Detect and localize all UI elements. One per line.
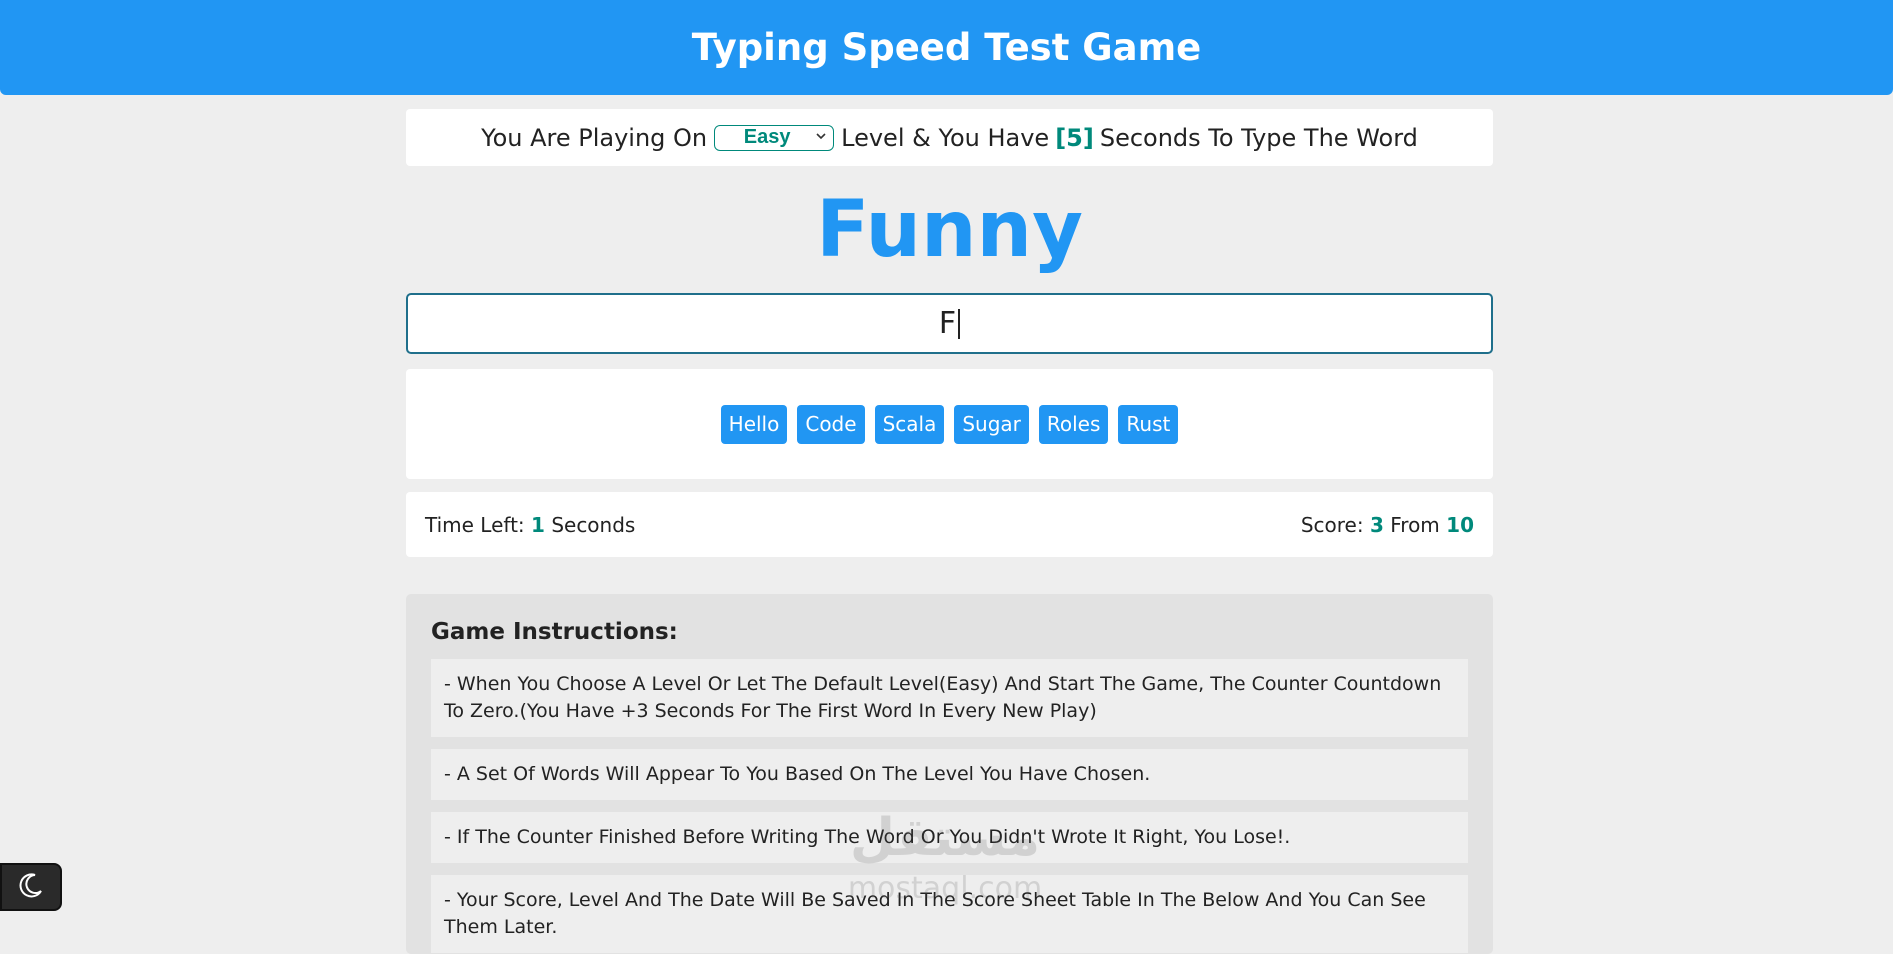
score: Score: 3 From 10 xyxy=(1301,513,1474,537)
current-word: Funny xyxy=(816,185,1083,275)
upcoming-word: Hello xyxy=(720,404,788,444)
instructions-title: Game Instructions: xyxy=(431,619,678,645)
time-left-value: 1 xyxy=(531,512,545,537)
page-title: Typing Speed Test Game xyxy=(691,26,1202,69)
seconds-value: [5] xyxy=(1055,123,1094,152)
game-instructions: Game Instructions: - When You Choose A L… xyxy=(406,594,1493,954)
app-header: Typing Speed Test Game xyxy=(0,0,1893,95)
level-middle-text: Level & You Have xyxy=(841,123,1050,152)
score-value: 3 xyxy=(1369,512,1384,537)
upcoming-words: Hello Code Scala Sugar Roles Rust xyxy=(406,369,1493,479)
time-left-unit: Seconds xyxy=(551,512,636,537)
upcoming-word: Rust xyxy=(1118,404,1179,444)
theme-toggle-button[interactable] xyxy=(0,863,62,911)
time-left-label: Time Left: xyxy=(425,512,525,537)
instruction-item: - Your Score, Level And The Date Will Be… xyxy=(431,875,1468,953)
game-stats: Time Left: 1 Seconds Score: 3 From 10 xyxy=(406,492,1493,557)
chevron-down-icon xyxy=(815,130,827,145)
moon-icon xyxy=(17,871,45,903)
level-prefix-text: You Are Playing On xyxy=(481,123,708,152)
instruction-item: - When You Choose A Level Or Let The Def… xyxy=(431,659,1468,737)
word-input-value: F xyxy=(938,306,957,341)
upcoming-word: Scala xyxy=(874,404,945,444)
instruction-item: - A Set Of Words Will Appear To You Base… xyxy=(431,749,1468,800)
upcoming-word: Roles xyxy=(1038,404,1109,444)
instruction-item: - If The Counter Finished Before Writing… xyxy=(431,812,1468,863)
word-input[interactable]: F xyxy=(406,293,1493,354)
score-label: Score: xyxy=(1300,512,1364,537)
score-from-label: From xyxy=(1390,512,1440,537)
time-left: Time Left: 1 Seconds xyxy=(425,513,635,537)
score-total: 10 xyxy=(1446,512,1474,537)
level-select-value: Easy xyxy=(743,126,791,148)
text-caret xyxy=(958,308,961,339)
upcoming-word: Code xyxy=(797,404,865,444)
level-select[interactable]: Easy xyxy=(714,124,835,151)
level-suffix-text: Seconds To Type The Word xyxy=(1099,123,1418,152)
level-info-bar: You Are Playing On Easy Level & You Have… xyxy=(406,109,1493,166)
upcoming-word: Sugar xyxy=(954,404,1029,444)
